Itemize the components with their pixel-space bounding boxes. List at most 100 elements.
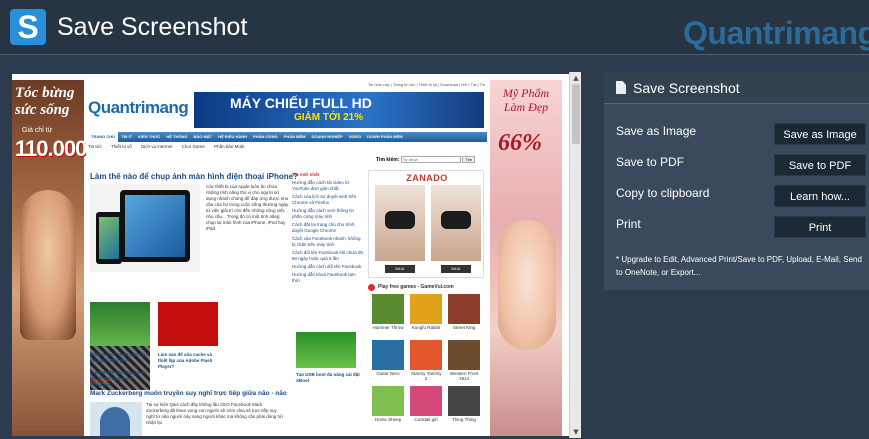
game-tile[interactable]: Kungfu Rabbit xyxy=(410,294,442,330)
learn-how-button[interactable]: Learn how... xyxy=(774,185,866,207)
buy-button[interactable]: MUA xyxy=(441,265,471,273)
zanado-logo: ZANADO xyxy=(406,173,448,183)
left-ad-banner[interactable]: Tóc bừng sức sống Giá chỉ từ 110.000 xyxy=(12,80,87,436)
right-ad-banner[interactable]: Mỹ Phẩm Làm Đẹp 66% xyxy=(490,80,562,436)
xboot-caption[interactable]: Tạo USB boot đa năng cài đặt XBoot xyxy=(296,372,360,384)
game-caption: Street King xyxy=(452,325,476,330)
article-text: Các thiết bị của Apple luôn ẩn chứa nhữn… xyxy=(206,184,289,231)
banner-sub: GIẢM TỚI 21% xyxy=(294,112,364,123)
print-label: Print xyxy=(616,217,641,231)
nav-item[interactable]: TRANG CHỦ xyxy=(88,132,118,142)
game-tile[interactable]: Street King xyxy=(448,294,480,330)
brand-logo: Quantrimang xyxy=(683,15,869,51)
game-thumbnail xyxy=(372,340,404,370)
site-search-input[interactable]: Từ khóa xyxy=(400,156,461,164)
subnav-item[interactable]: Thiết bị số xyxy=(111,144,132,149)
game-tile[interactable]: Yammy Yammy 2 xyxy=(410,340,442,381)
nav-item[interactable]: PHẦN MỀM xyxy=(281,132,309,142)
latest-news-item[interactable]: Cách xóa lịch sử duyệt web trên Chrome v… xyxy=(292,194,364,206)
latest-news-item[interactable]: Hướng dẫn cách xem thông tin phần cứng m… xyxy=(292,208,364,220)
news-image[interactable] xyxy=(90,402,142,436)
game-caption: Thing Thing xyxy=(452,417,476,422)
save-to-pdf-button[interactable]: Save to PDF xyxy=(774,154,866,176)
related-thumb[interactable] xyxy=(90,302,150,346)
nav-item[interactable]: KIẾN THỨC xyxy=(135,132,163,142)
left-ad-model-image xyxy=(20,190,76,340)
games-header[interactable]: Play free games - GameVui.com xyxy=(368,282,484,292)
right-ad-discount: 66% xyxy=(498,130,542,156)
game-tile[interactable]: Home Sheep xyxy=(372,386,404,422)
buy-button[interactable]: MUA xyxy=(385,265,415,273)
scroll-up-icon[interactable]: ▲ xyxy=(570,73,582,83)
subnav-item[interactable]: Dịch vụ internet xyxy=(141,144,172,149)
game-thumbnail xyxy=(448,294,480,324)
game-tile[interactable]: Hammer Throw xyxy=(372,294,404,330)
game-caption: Guitar Nero xyxy=(376,371,400,376)
game-tile[interactable]: Western Front 1914 xyxy=(448,340,480,381)
related-thumb[interactable] xyxy=(158,302,218,346)
site-top-links[interactable]: Tin hôm nay | Trang tin tức | Thiết bị s… xyxy=(368,82,485,87)
ipad-image xyxy=(120,190,190,262)
game-tile[interactable]: Thing Thing xyxy=(448,386,480,422)
header-bar: S Save Screenshot Quantrimang xyxy=(0,0,869,55)
nav-item[interactable]: HỆ THỐNG xyxy=(163,132,190,142)
banner-title: MÁY CHIẾU FULL HD xyxy=(230,95,372,111)
latest-news-item[interactable]: Cách đổi tên Facebook khi chưa đủ 60 ngà… xyxy=(292,250,364,262)
copy-clipboard-label: Copy to clipboard xyxy=(616,186,710,200)
article-image[interactable] xyxy=(90,184,200,272)
subnav-item[interactable]: Chơi Game xyxy=(182,144,205,149)
zanado-ad[interactable]: ZANADO MUA MUA xyxy=(368,170,484,278)
print-button[interactable]: Print xyxy=(774,216,866,238)
latest-news-item[interactable]: Cách đặt lại trang chủ cho trình duyệt G… xyxy=(292,222,364,234)
latest-news-item[interactable]: Hướng dẫn cách đổi tên Facebook xyxy=(292,264,364,270)
latest-news-item[interactable]: Hướng dẫn khoá Facebook tạm thời xyxy=(292,272,364,284)
article-title[interactable]: Làm thế nào để chụp ảnh màn hình điện th… xyxy=(90,172,298,181)
news-text: Tại sự kiện Q&A cách đây không lâu CEO F… xyxy=(146,402,283,425)
right-ad-headline: Mỹ Phẩm Làm Đẹp xyxy=(502,86,550,114)
game-thumbnail xyxy=(410,386,442,416)
nav-item[interactable]: VIDEO xyxy=(346,132,364,142)
site-nav: TRANG CHỦ TIN IT KIẾN THỨC HỆ THỐNG BẢO … xyxy=(88,132,487,142)
nav-item[interactable]: PHẦN CỨNG xyxy=(250,132,281,142)
site-logo[interactable]: Quantrimang xyxy=(88,98,189,118)
nav-item[interactable]: DOANH NGHIỆP xyxy=(308,132,345,142)
iphone-image xyxy=(96,212,122,264)
game-caption: Cocktail girl xyxy=(414,417,438,422)
related-caption[interactable]: Làm sao để xóa cache và thiết lập của Ad… xyxy=(158,352,218,370)
site-search-label: Tìm kiếm: xyxy=(376,157,400,163)
scroll-thumb[interactable] xyxy=(572,84,580,144)
subnav-item[interactable]: Tin tức xyxy=(88,144,102,149)
save-pdf-label: Save to PDF xyxy=(616,155,685,169)
panel-title: Save Screenshot xyxy=(633,80,740,96)
nav-item[interactable]: DOWN PHẦN MỀM xyxy=(364,132,406,142)
document-icon xyxy=(616,81,626,94)
related-caption[interactable]: Những cách chụp màn hình máy tính đơn gi… xyxy=(90,352,150,364)
site-subnav: Tin tức Thiết bị số Dịch vụ internet Chơ… xyxy=(88,144,252,149)
upgrade-note[interactable]: * Upgrade to Edit, Advanced Print/Save t… xyxy=(616,253,866,279)
product-image xyxy=(375,185,425,261)
latest-news-item[interactable]: Hướng dẫn cách tải video từ YouTube đơn … xyxy=(292,180,364,192)
nav-item[interactable]: HỆ ĐIỀU HÀNH xyxy=(215,132,250,142)
preview-scrollbar[interactable]: ▲ ▼ xyxy=(569,72,581,438)
related-thumbs xyxy=(90,302,290,390)
game-thumbnail xyxy=(372,294,404,324)
game-caption: Western Front 1914 xyxy=(449,371,479,381)
site-search-button[interactable]: Tìm xyxy=(462,156,476,163)
nav-item[interactable]: BẢO MẬT xyxy=(190,132,215,142)
save-as-image-button[interactable]: Save as Image xyxy=(774,123,866,145)
news-label: TIN TỨC xyxy=(90,380,111,386)
screenshot-preview: Tóc bừng sức sống Giá chỉ từ 110.000 Tin… xyxy=(12,74,581,436)
product-image xyxy=(431,185,481,261)
save-image-label: Save as Image xyxy=(616,124,697,138)
save-panel: Save Screenshot Save as Image Save as Im… xyxy=(604,72,869,290)
news-title[interactable]: Mark Zuckerberg muốn truyền suy nghĩ trự… xyxy=(90,390,287,397)
subnav-item[interactable]: Phần bản Mobi xyxy=(214,144,244,149)
nav-item[interactable]: TIN IT xyxy=(118,132,135,142)
game-tile[interactable]: Cocktail girl xyxy=(410,386,442,422)
game-tile[interactable]: Guitar Nero xyxy=(372,340,404,376)
latest-news-item[interactable]: Cách vào Facebook nhanh, không bị chặn t… xyxy=(292,236,364,248)
app-logo-icon: S xyxy=(10,9,46,45)
scroll-down-icon[interactable]: ▼ xyxy=(570,427,582,437)
xboot-thumb[interactable] xyxy=(296,332,356,368)
projector-ad-banner[interactable]: MÁY CHIẾU FULL HD GIẢM TỚI 21% xyxy=(194,92,484,128)
